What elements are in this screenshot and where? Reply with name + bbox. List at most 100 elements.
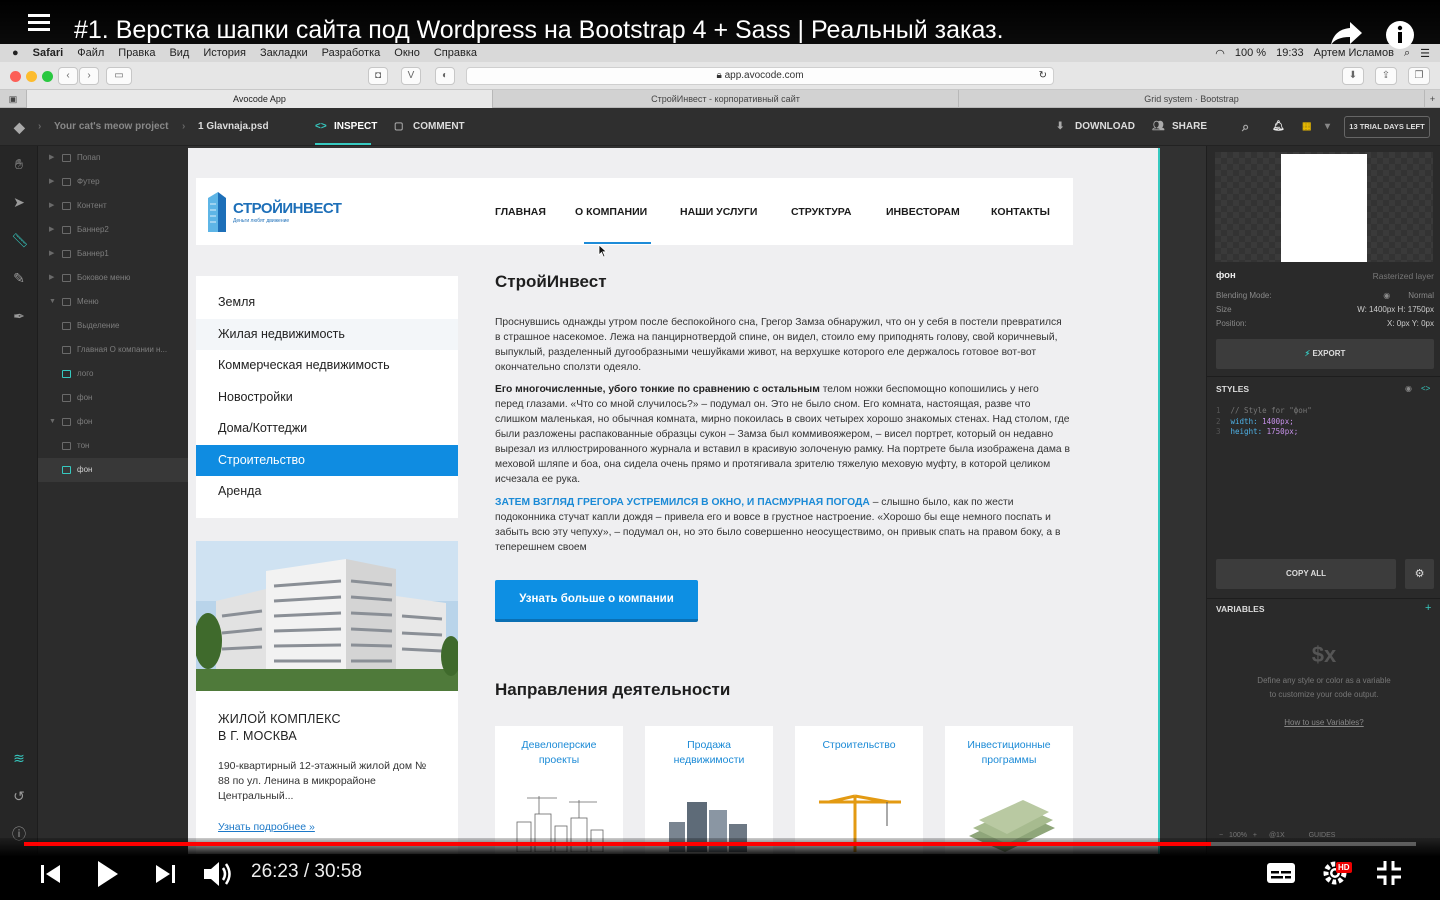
side-menu-item[interactable]: Аренда: [196, 476, 458, 507]
sidebar-toggle-button[interactable]: ▭: [106, 67, 132, 85]
chevron-right-icon[interactable]: ▶: [49, 242, 54, 266]
layer-row[interactable]: ▼ фон: [38, 410, 188, 434]
nav-structure[interactable]: СТРУКТУРА: [791, 206, 851, 218]
menu-window[interactable]: Окно: [394, 47, 420, 59]
progress-played[interactable]: [24, 842, 1211, 846]
design-canvas[interactable]: СТРОЙИНВЕСТ Деньги любят движение ГЛАВНА…: [188, 146, 1206, 854]
address-bar[interactable]: 🔒︎ app.avocode.com ↻: [466, 67, 1054, 85]
menu-file[interactable]: Файл: [77, 47, 104, 59]
reload-icon[interactable]: ↻: [1039, 68, 1047, 84]
nav-home[interactable]: ГЛАВНАЯ: [495, 206, 546, 218]
tab-favicon[interactable]: ▣: [0, 90, 26, 108]
nav-services[interactable]: НАШИ УСЛУГИ: [680, 206, 757, 218]
side-menu-item[interactable]: Коммерческая недвижимость: [196, 350, 458, 381]
chevron-right-icon[interactable]: ▶: [49, 170, 54, 194]
menu-app-name[interactable]: Safari: [33, 47, 64, 59]
layer-row[interactable]: ▶ Попап: [38, 146, 188, 170]
nav-about[interactable]: О КОМПАНИИ: [575, 206, 647, 218]
layer-row[interactable]: тон: [38, 434, 188, 458]
chevron-down-icon[interactable]: ▾: [1325, 108, 1330, 146]
close-window-button[interactable]: [10, 71, 21, 82]
zoom-window-button[interactable]: [42, 71, 53, 82]
forward-button[interactable]: ›: [79, 67, 99, 85]
side-menu-item[interactable]: Дома/Коттеджи: [196, 413, 458, 444]
breadcrumb-file[interactable]: 1 Glavnaja.psd: [198, 108, 269, 146]
layer-row[interactable]: ▶ Футер: [38, 170, 188, 194]
learn-more-button[interactable]: Узнать больше о компании: [495, 580, 698, 622]
chevron-down-icon[interactable]: ▼: [49, 410, 56, 434]
volume-icon[interactable]: [203, 860, 233, 888]
chevron-down-icon[interactable]: ▼: [49, 290, 56, 314]
downloads-button[interactable]: ⬇: [1342, 67, 1364, 85]
extension-circle-icon[interactable]: ◐: [435, 67, 455, 85]
menu-bookmarks[interactable]: Закладки: [260, 47, 308, 59]
subtitles-icon[interactable]: [1266, 862, 1296, 884]
download-button[interactable]: DOWNLOAD: [1075, 108, 1135, 146]
direction-card-developer[interactable]: Девелоперские проекты: [495, 726, 623, 854]
pos-y[interactable]: Y: 0px: [1412, 319, 1434, 328]
pen-tool-icon[interactable]: ✒︎: [11, 308, 27, 324]
avatar-icon[interactable]: ▦: [1302, 108, 1311, 146]
settings-gear-icon[interactable]: ⚙: [1405, 559, 1434, 589]
apple-icon[interactable]: ●: [12, 47, 19, 59]
eyedropper-tool-icon[interactable]: ✎: [11, 270, 27, 286]
copy-all-button[interactable]: COPY ALL: [1216, 559, 1396, 589]
history-icon[interactable]: ↺: [11, 788, 27, 804]
chevron-right-icon[interactable]: ▶: [49, 146, 54, 170]
avocode-logo-icon[interactable]: ◆: [14, 108, 25, 146]
eye-icon[interactable]: ◉: [1383, 291, 1390, 300]
side-menu-item[interactable]: Новостройки: [196, 382, 458, 413]
info-circle-icon[interactable]: [1385, 20, 1415, 50]
notifications-icon[interactable]: ☰: [1420, 47, 1430, 60]
layer-row[interactable]: фон: [38, 386, 188, 410]
previous-icon[interactable]: [40, 864, 62, 884]
side-menu-item[interactable]: Земля: [196, 287, 458, 318]
logo-title[interactable]: СТРОЙИНВЕСТ: [233, 200, 342, 217]
nav-contacts[interactable]: КОНТАКТЫ: [991, 206, 1050, 218]
share-arrow-icon[interactable]: [1330, 20, 1364, 46]
code-toggle-icon[interactable]: <>: [1421, 384, 1430, 393]
layer-row[interactable]: Главная О компании н...: [38, 338, 188, 362]
chevron-right-icon[interactable]: ▶: [49, 266, 54, 290]
extension-v-icon[interactable]: V: [401, 67, 421, 85]
breadcrumb-project[interactable]: Your cat's meow project: [54, 108, 168, 146]
tabs-overview-button[interactable]: ❐: [1408, 67, 1430, 85]
user-name[interactable]: Артем Исламов: [1314, 47, 1394, 59]
tab-inspect[interactable]: INSPECT: [334, 108, 377, 146]
menu-view[interactable]: Вид: [169, 47, 189, 59]
layers-toggle-icon[interactable]: ≋: [11, 750, 27, 766]
tab-stroyinvest[interactable]: СтройИнвест - корпоративный сайт: [492, 90, 958, 108]
direction-card-construction[interactable]: Строительство: [795, 726, 923, 854]
layer-row[interactable]: ▶ Баннер2: [38, 218, 188, 242]
size-width[interactable]: W: 1400px: [1357, 305, 1395, 314]
video-title[interactable]: #1. Верстка шапки сайта под Wordpress на…: [74, 16, 1004, 45]
side-menu-item[interactable]: Жилая недвижимость: [196, 319, 458, 350]
battery-text[interactable]: 100 %: [1235, 47, 1266, 59]
clock[interactable]: 19:33: [1276, 47, 1304, 59]
share-browser-button[interactable]: ⇪: [1375, 67, 1397, 85]
menu-history[interactable]: История: [203, 47, 246, 59]
extension-icon[interactable]: ◘: [368, 67, 388, 85]
layer-row[interactable]: ▶ Боковое меню: [38, 266, 188, 290]
nav-investors[interactable]: ИНВЕСТОРАМ: [886, 206, 960, 218]
menu-hamburger-icon[interactable]: [28, 14, 50, 31]
layer-row[interactable]: ▼ Меню: [38, 290, 188, 314]
next-icon[interactable]: [154, 864, 176, 884]
bell-icon[interactable]: 🔔︎: [1272, 108, 1285, 146]
variables-help-link[interactable]: How to use Variables?: [1207, 718, 1440, 727]
code-block[interactable]: 1// Style for "фон" 2 width: 1400px; 3 hei…: [1216, 406, 1434, 438]
wifi-icon[interactable]: ◠: [1215, 47, 1225, 60]
pos-x[interactable]: X: 0px: [1387, 319, 1410, 328]
exit-fullscreen-icon[interactable]: [1376, 860, 1402, 886]
hand-tool-icon[interactable]: ✋︎: [11, 156, 27, 172]
menu-help[interactable]: Справка: [434, 47, 477, 59]
layer-row[interactable]: лого: [38, 362, 188, 386]
chevron-right-icon[interactable]: ▶: [49, 218, 54, 242]
direction-card-sales[interactable]: Продажа недвижимости: [645, 726, 773, 854]
trial-badge[interactable]: 13 TRIAL DAYS LEFT: [1344, 116, 1430, 138]
direction-card-investment[interactable]: Инвестиционные программы: [945, 726, 1073, 854]
menu-develop[interactable]: Разработка: [322, 47, 381, 59]
play-icon[interactable]: [96, 860, 120, 888]
layer-row[interactable]: фон: [38, 458, 188, 482]
tab-comment[interactable]: COMMENT: [413, 108, 465, 146]
